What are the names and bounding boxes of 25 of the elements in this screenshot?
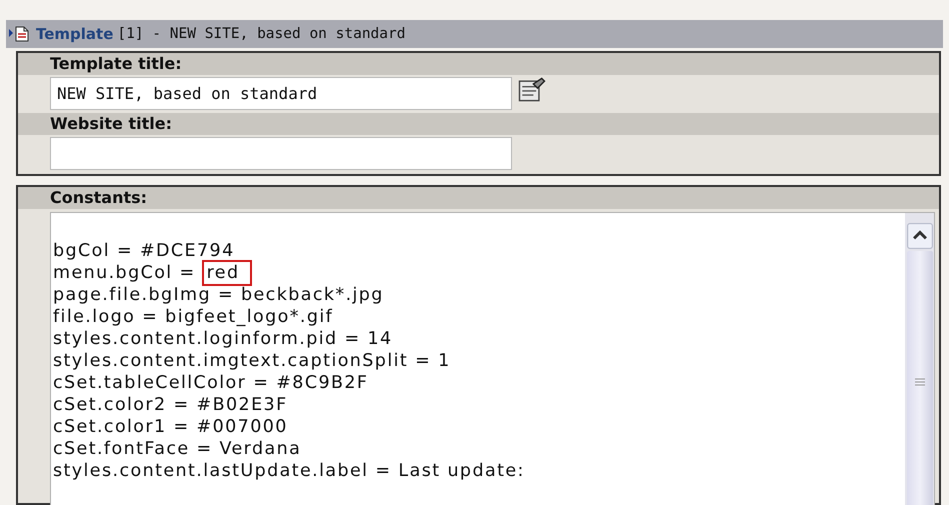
code-line: cSet.color2 = #B02E3F <box>53 395 288 415</box>
code-line: page.file.bgImg = beckback*.jpg <box>53 285 384 305</box>
code-line: cSet.fontFace = Verdana <box>53 439 302 459</box>
document-icon <box>8 26 30 42</box>
template-link[interactable]: Template <box>36 25 114 43</box>
code-line: cSet.tableCellColor = #8C9B2F <box>53 373 368 393</box>
code-line: styles.content.loginform.pid = 14 <box>53 329 393 349</box>
code-line: styles.content.lastUpdate.label = Last update: <box>53 461 525 481</box>
scrollbar[interactable] <box>905 213 934 505</box>
properties-icon[interactable] <box>518 77 546 102</box>
code-line: bgCol = #DCE794 <box>53 241 235 261</box>
scroll-thumb[interactable] <box>906 251 932 505</box>
highlighted-value: red <box>204 263 250 283</box>
field-label: Constants: <box>18 187 939 209</box>
code-line: file.logo = bigfeet_logo*.gif <box>53 307 334 327</box>
field-label: Template title: <box>18 53 939 75</box>
scroll-up-icon[interactable] <box>906 223 932 249</box>
text-field[interactable]: NEW SITE, based on standard <box>50 77 512 110</box>
grip-icon <box>914 378 924 386</box>
code-line: menu.bgCol = <box>53 263 197 283</box>
code-line: styles.content.imgtext.captionSplit = 1 <box>53 351 451 371</box>
text-field[interactable] <box>50 137 512 170</box>
field-label: Website title: <box>18 113 939 135</box>
template-heading: [1] - NEW SITE, based on standard <box>117 26 406 42</box>
code-line: cSet.color1 = #007000 <box>53 417 288 437</box>
